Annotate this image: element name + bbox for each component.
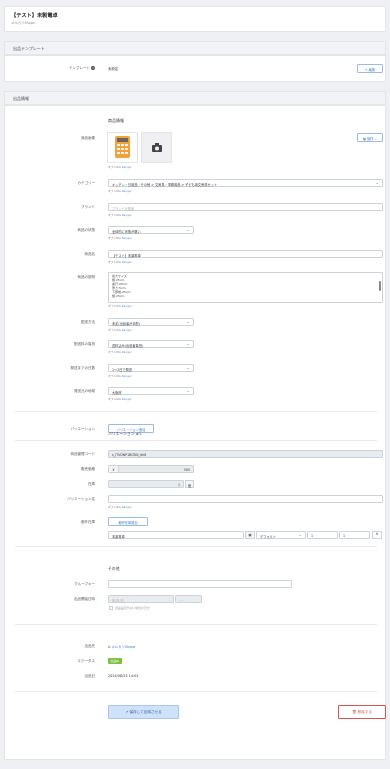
variation-name-label: バリエーション名 — [67, 497, 95, 501]
code-input[interactable]: s_ITVDNP1BCB0l_dh8 — [108, 450, 383, 458]
variation-name-input[interactable] — [108, 495, 383, 503]
group-key-input[interactable] — [108, 580, 292, 588]
category-sub: ギフトIDs Ranger — [108, 189, 132, 193]
shipping-method-label: 配送方法 — [81, 320, 95, 324]
ship-days-sub: ギフトIDs Ranger — [108, 374, 132, 378]
other-title: その他 — [108, 566, 120, 571]
divider — [15, 440, 377, 441]
origin-select[interactable]: 大阪府 — [108, 387, 194, 395]
ship-days-label: 発送までの日数 — [70, 366, 96, 370]
product-image[interactable] — [107, 132, 138, 163]
shipping-fee-sub: ギフトIDs Ranger — [108, 350, 132, 354]
start-date-checkbox[interactable] — [109, 606, 113, 610]
section-title: 出品情報 — [13, 96, 29, 101]
brand-sub: ギフトIDs Ranger — [108, 213, 132, 217]
save-button[interactable]: ↗ 保存して反映させる — [108, 705, 179, 719]
brand-search-input[interactable]: ブランドを検索 — [108, 203, 383, 211]
image-label: 商品画像 — [81, 136, 95, 140]
code-label: 商品管理コード — [70, 452, 96, 456]
site-label: 出品先 — [84, 644, 96, 648]
shipping-method-select[interactable]: 未定(出品者が手配) — [108, 318, 194, 326]
variation-name-sub: ギフトIDs Ranger — [108, 505, 132, 509]
price-value: 500 — [183, 467, 190, 472]
divider — [15, 411, 377, 412]
listing-section-heading: 出品情報 — [4, 91, 386, 105]
stock-unit: 個 — [185, 480, 194, 488]
status-badge: 出品中 — [108, 658, 122, 664]
template-edit-button[interactable]: ✎ 編集 — [357, 64, 383, 73]
brand-label: ブランド — [81, 205, 95, 209]
delete-button[interactable]: 🗑 削除する — [338, 705, 386, 719]
add-warehouse-button[interactable]: 都外在庫追加 — [108, 517, 148, 526]
product-name-input[interactable]: 【テスト】未製電卓 — [108, 250, 383, 258]
yen-prefix: ¥ — [109, 466, 119, 472]
shipping-fee-select[interactable]: 送料込み(出品者負担) — [108, 340, 194, 348]
group-key-label: グループキー — [74, 582, 95, 586]
origin-label: 発送元の地域 — [74, 389, 95, 393]
textarea-scrollbar[interactable] — [379, 281, 381, 291]
template-value: 未設定 — [108, 67, 119, 71]
name-sub: ギフトIDs Ranger — [108, 260, 132, 264]
variation-number-title: バリエーション #1 — [108, 431, 142, 436]
template-section-heading: 出品テンプレート — [4, 41, 386, 55]
image-sub: ギフトIDs Ranger — [108, 165, 132, 169]
stock-input[interactable]: 1 — [108, 480, 184, 488]
condition-label: 商品の状態 — [77, 228, 96, 232]
listed-date-value: 2024/08/23 14:03 — [108, 674, 139, 678]
remove-row-icon[interactable]: ✕ — [372, 531, 382, 539]
divider — [15, 691, 377, 692]
listed-date-label: 出品日 — [84, 674, 96, 678]
price-input-group[interactable]: ¥ 500 — [108, 465, 194, 473]
warehouse-type-select[interactable]: デフォルト — [256, 531, 306, 539]
listing-card: 商品情報 ▦ 操作 ⌄ 商品画像 ギフトIDs Ranger カテゴリー キッチ… — [4, 105, 386, 760]
condition-select[interactable]: 全体的に状態が悪い — [108, 226, 194, 234]
page-subtitle: メルカリShops — [11, 21, 35, 25]
warehouse-name-input[interactable]: 本製電卓 — [108, 531, 244, 539]
stock-label: 在庫 — [88, 482, 95, 486]
calculator-icon — [115, 136, 130, 158]
category-label: カテゴリー — [77, 181, 96, 185]
image-operation-button[interactable]: ▦ 操作 ⌄ — [357, 133, 383, 142]
origin-sub: ギフトIDs Ranger — [108, 397, 132, 401]
description-sub: ギフトIDs Ranger — [108, 304, 132, 308]
price-label: 販売価格 — [81, 467, 95, 471]
product-info-title: 商品情報 — [108, 118, 124, 123]
variation-label: バリエーション — [70, 427, 95, 431]
description-textarea[interactable]: 最大サイズ 幅:25cm 奥行:25cm 厚さ:5cm 下部幅:25cm 幅:2… — [108, 272, 383, 303]
list-icon[interactable]: ▦ — [245, 531, 255, 539]
help-icon[interactable]: ? — [91, 66, 95, 70]
name-label: 商品名 — [84, 252, 96, 256]
ship-days-select[interactable]: 1〜2日で発送 — [108, 364, 194, 372]
checkbox-label: 出品設定がない場合の日付 — [115, 606, 150, 610]
warehouse-qty2-input[interactable]: 1 — [339, 531, 370, 539]
condition-sub: ギフトIDs Ranger — [108, 236, 132, 240]
category-select[interactable]: キッチン・日用品・その他 > 文房具・事務用品 > 子ども用文房具セット — [108, 179, 383, 187]
add-image-slot[interactable] — [141, 132, 172, 163]
divider — [15, 624, 377, 625]
start-time-input[interactable]: --:-- — [175, 595, 202, 603]
divider — [15, 546, 377, 547]
shipping-fee-label: 配送料の負担 — [74, 342, 95, 346]
description-label: 商品の説明 — [77, 275, 96, 279]
start-date-label: 出品開始日時 — [74, 597, 95, 601]
camera-icon — [152, 143, 162, 152]
status-label: ステータス — [77, 659, 96, 663]
warehouse-label: 都外在庫 — [81, 520, 95, 524]
section-title: 出品テンプレート — [13, 46, 45, 51]
page-title: 【テスト】未製電卓 — [11, 13, 58, 19]
start-date-input[interactable]: 年/月/日 — [108, 595, 174, 603]
template-card: テンプレート ? 未設定 ✎ 編集 — [4, 55, 386, 82]
page-header: 【テスト】未製電卓 メルカリShops — [4, 6, 386, 32]
shipping-method-sub: ギフトIDs Ranger — [108, 328, 132, 332]
template-label: テンプレート ? — [68, 66, 95, 70]
warehouse-qty1-input[interactable]: 1 — [307, 531, 338, 539]
site-link[interactable]: ⧉ メルカリShops — [108, 644, 135, 649]
